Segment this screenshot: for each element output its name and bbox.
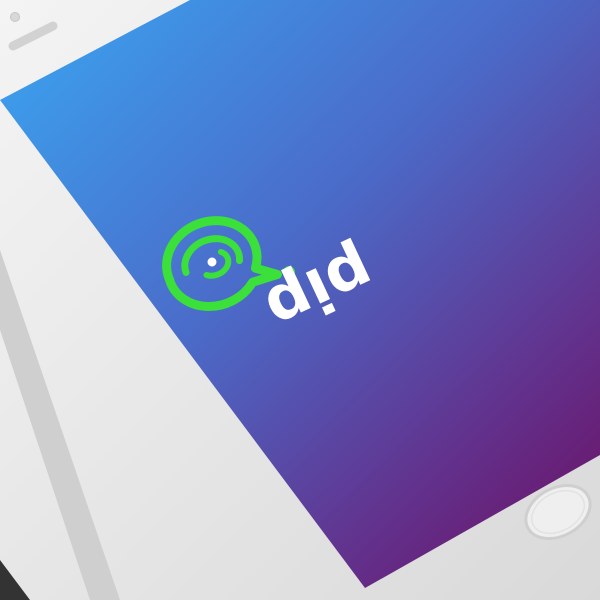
device-mockup-scene: qiq [0,0,600,600]
phone-mockup: qiq [0,0,600,600]
front-camera-icon [10,12,20,22]
